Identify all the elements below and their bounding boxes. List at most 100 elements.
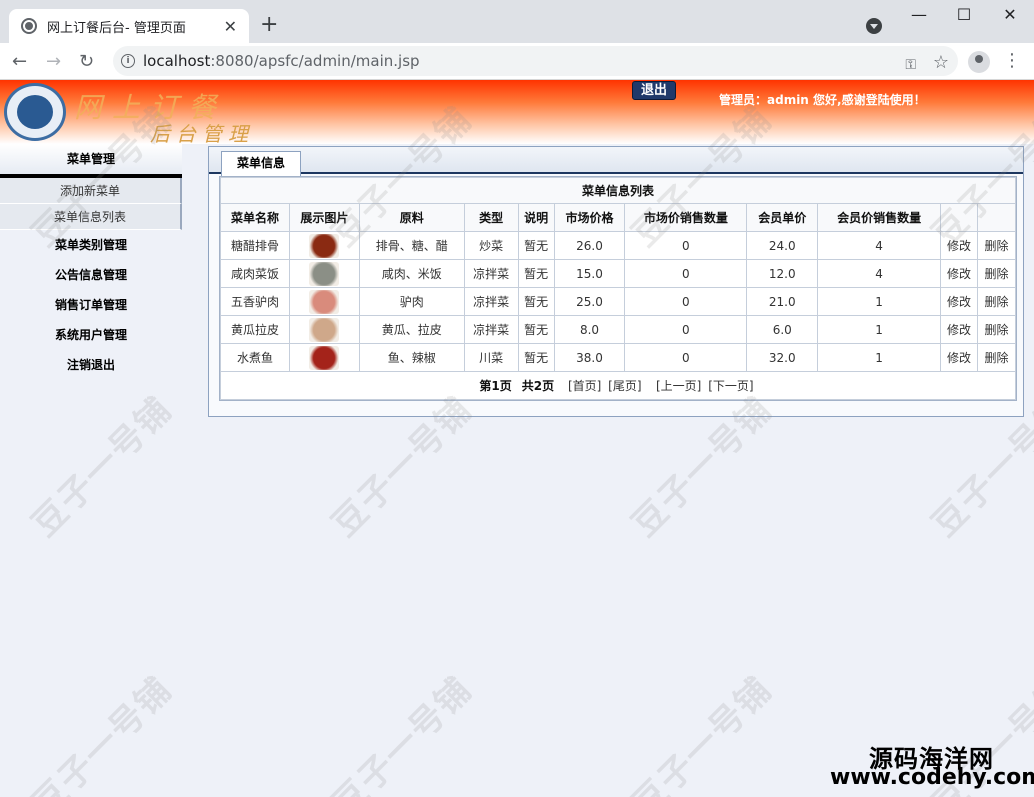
delete-link[interactable]: 删除: [976, 315, 1017, 344]
key-icon[interactable]: ⚿: [905, 57, 916, 73]
app-header: 网上订餐 后台管理 退出 管理员：admin 您好,感谢登陆使用！: [0, 80, 1034, 146]
last-page-link[interactable]: [尾页]: [608, 379, 641, 393]
university-logo: [4, 83, 66, 141]
delete-link[interactable]: 删除: [976, 287, 1017, 316]
dish-thumbnail: [309, 261, 340, 286]
member-price-cell: 12.0: [746, 259, 819, 288]
minimize-icon[interactable]: —: [896, 5, 942, 24]
tab-title: 网上订餐后台- 管理页面: [47, 20, 186, 36]
sidebar-item-notice[interactable]: 公告信息管理: [0, 260, 182, 290]
sidebar-item-orders[interactable]: 销售订单管理: [0, 290, 182, 320]
member-price-cell: 24.0: [746, 231, 819, 260]
brand-subtitle: 后台管理: [150, 122, 254, 146]
market-price-cell: 26.0: [553, 231, 626, 260]
dish-name-cell: 咸肉菜饭: [220, 259, 290, 288]
browser-menu-icon[interactable]: ⋮: [1003, 50, 1021, 71]
desc-cell: 暂无: [517, 231, 555, 260]
back-icon[interactable]: ←: [12, 51, 27, 72]
browser-tab[interactable]: 网上订餐后台- 管理页面 ✕: [9, 9, 249, 43]
member-sold-cell: 4: [817, 231, 942, 260]
ingredients-cell: 鱼、辣椒: [358, 343, 465, 372]
member-sold-cell: 1: [817, 287, 942, 316]
pagination: 第1页 共2页 [首页] [尾页] [上一页] [下一页]: [220, 371, 1016, 400]
close-tab-icon[interactable]: ✕: [224, 17, 237, 36]
maximize-icon[interactable]: ☐: [941, 5, 987, 24]
menu-table-wrapper: 菜单信息列表 菜单名称 展示图片 原料 类型 说明 市场价格 市场价销售数量 会…: [219, 176, 1017, 401]
address-bar[interactable]: i localhost:8080/apsfc/admin/main.jsp: [113, 46, 958, 76]
sidebar-item-logout[interactable]: 注销退出: [0, 350, 182, 380]
corner-url: www.codehy.com: [830, 765, 1034, 790]
dish-image-cell: [288, 315, 360, 344]
column-header: 会员单价: [746, 203, 819, 232]
page-current: 第1页: [479, 379, 512, 393]
url-text: localhost:8080/apsfc/admin/main.jsp: [143, 52, 420, 70]
table-row: 咸肉菜饭 咸肉、米饭 凉拌菜 暂无 15.0 0 12.0 4 修改 删除: [220, 259, 1017, 288]
sidebar-item-menu-list[interactable]: 菜单信息列表: [0, 204, 182, 230]
member-sold-cell: 1: [817, 343, 942, 372]
table-row: 五香驴肉 驴肉 凉拌菜 暂无 25.0 0 21.0 1 修改 删除: [220, 287, 1017, 316]
table-header-row: 菜单名称 展示图片 原料 类型 说明 市场价格 市场价销售数量 会员单价 会员价…: [220, 203, 1017, 232]
first-page-link[interactable]: [首页]: [568, 379, 601, 393]
sidebar-item-add-menu[interactable]: 添加新菜单: [0, 178, 182, 204]
watermark-text: 豆子一号铺: [624, 669, 781, 797]
market-price-cell: 25.0: [553, 287, 626, 316]
bookmark-star-icon[interactable]: ☆: [933, 52, 949, 73]
desc-cell: 暂无: [517, 343, 555, 372]
profile-avatar-icon[interactable]: [968, 51, 990, 73]
sidebar-item-users[interactable]: 系统用户管理: [0, 320, 182, 350]
column-header: 说明: [517, 203, 555, 232]
type-cell: 凉拌菜: [463, 287, 519, 316]
market-sold-cell: 0: [624, 287, 748, 316]
forward-icon[interactable]: →: [46, 51, 61, 72]
dish-image-cell: [288, 259, 360, 288]
panel-tabbar: 菜单信息: [209, 147, 1023, 176]
ingredients-cell: 黄瓜、拉皮: [358, 315, 465, 344]
delete-link[interactable]: 删除: [976, 231, 1017, 260]
edit-link[interactable]: 修改: [940, 259, 978, 288]
tab-menu-info[interactable]: 菜单信息: [221, 151, 301, 176]
table-title: 菜单信息列表: [220, 177, 1016, 204]
member-price-cell: 21.0: [746, 287, 819, 316]
admin-greeting: 管理员：admin 您好,感谢登陆使用！: [719, 93, 926, 107]
edit-link[interactable]: 修改: [940, 315, 978, 344]
dish-image-cell: [288, 231, 360, 260]
logout-button[interactable]: 退出: [632, 81, 676, 100]
next-page-link[interactable]: [下一页]: [708, 379, 753, 393]
table-row: 水煮鱼 鱼、辣椒 川菜 暂无 38.0 0 32.0 1 修改 删除: [220, 343, 1017, 372]
dish-thumbnail: [309, 289, 340, 314]
edit-link[interactable]: 修改: [940, 343, 978, 372]
globe-icon: [21, 18, 37, 34]
dish-name-cell: 五香驴肉: [220, 287, 290, 316]
table-row: 黄瓜拉皮 黄瓜、拉皮 凉拌菜 暂无 8.0 0 6.0 1 修改 删除: [220, 315, 1017, 344]
ingredients-cell: 咸肉、米饭: [358, 259, 465, 288]
column-header: 展示图片: [288, 203, 360, 232]
market-price-cell: 8.0: [553, 315, 626, 344]
info-icon[interactable]: i: [121, 54, 135, 68]
column-header: 市场价销售数量: [624, 203, 748, 232]
market-price-cell: 15.0: [553, 259, 626, 288]
column-header: 菜单名称: [220, 203, 290, 232]
ingredients-cell: 驴肉: [358, 287, 465, 316]
ingredients-cell: 排骨、糖、醋: [358, 231, 465, 260]
delete-link[interactable]: 删除: [976, 343, 1017, 372]
delete-link[interactable]: 删除: [976, 259, 1017, 288]
new-tab-icon[interactable]: +: [260, 14, 278, 36]
url-path: :8080/apsfc/admin/main.jsp: [210, 52, 420, 70]
tab-search-icon[interactable]: [866, 18, 882, 34]
sidebar-group-title[interactable]: 菜单管理: [0, 144, 182, 174]
edit-link[interactable]: 修改: [940, 231, 978, 260]
edit-link[interactable]: 修改: [940, 287, 978, 316]
market-sold-cell: 0: [624, 315, 748, 344]
reload-icon[interactable]: ↻: [79, 51, 94, 72]
column-header: 类型: [463, 203, 519, 232]
watermark-text: 豆子一号铺: [324, 669, 481, 797]
column-header: 原料: [358, 203, 465, 232]
close-window-icon[interactable]: ✕: [987, 5, 1033, 24]
dish-image-cell: [288, 287, 360, 316]
prev-page-link[interactable]: [上一页]: [656, 379, 701, 393]
member-sold-cell: 1: [817, 315, 942, 344]
column-header: 市场价格: [553, 203, 626, 232]
sidebar-item-category[interactable]: 菜单类别管理: [0, 230, 182, 260]
dish-thumbnail: [309, 317, 340, 342]
dish-thumbnail: [309, 233, 340, 258]
